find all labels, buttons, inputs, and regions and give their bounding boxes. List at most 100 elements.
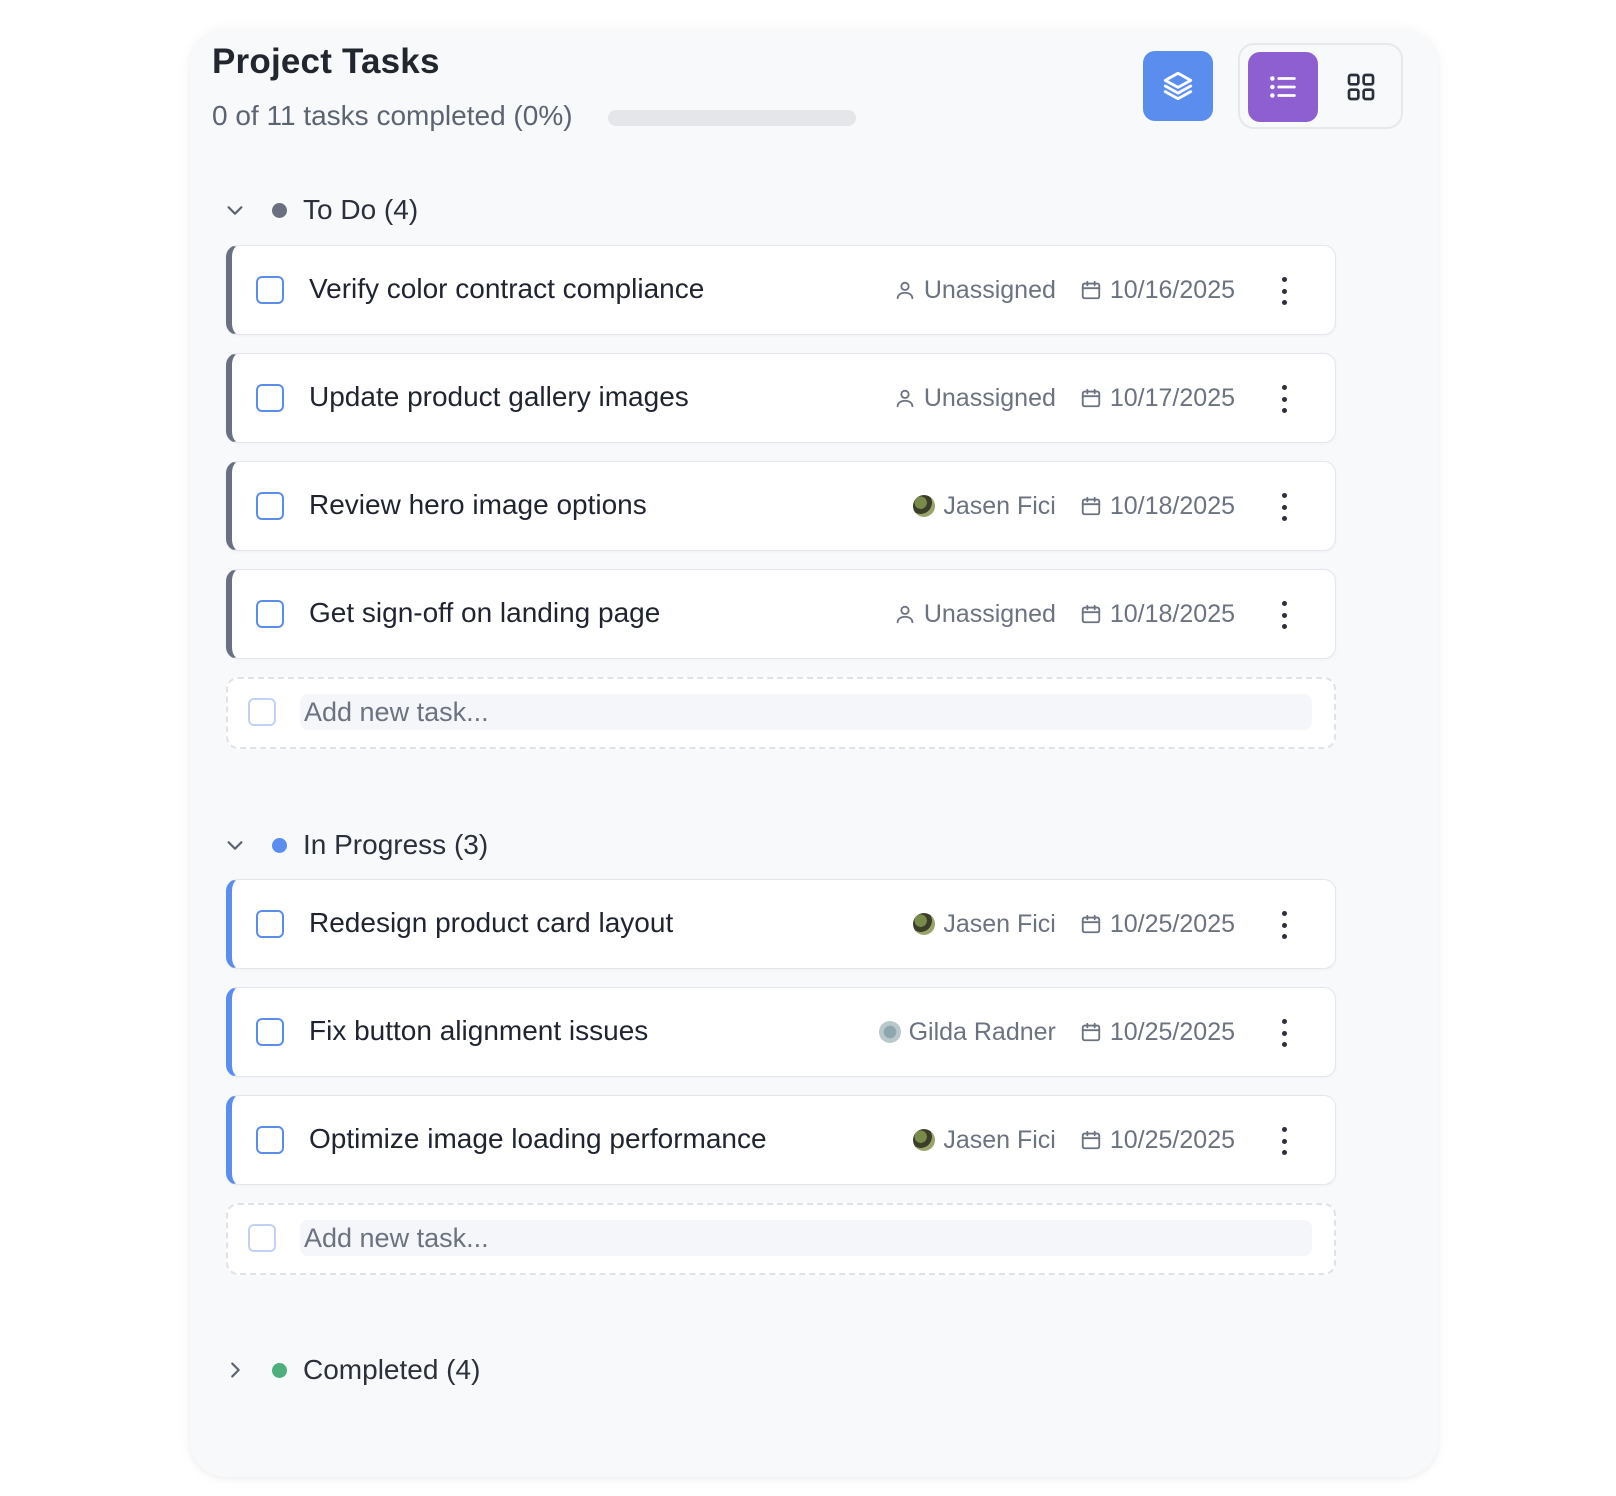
due-date: 10/16/2025	[1109, 275, 1235, 304]
avatar	[913, 495, 936, 517]
task-row[interactable]: Get sign-off on landing page Unassigned …	[226, 569, 1336, 659]
task-row[interactable]: Update product gallery images Unassigned…	[226, 353, 1336, 443]
task-assignee[interactable]: Unassigned	[894, 600, 1056, 629]
assignee-name: Unassigned	[923, 383, 1056, 412]
task-meta: Unassigned 10/18/2025	[894, 598, 1235, 630]
more-options-icon[interactable]	[1278, 911, 1290, 939]
add-task-row	[226, 1203, 1336, 1275]
task-due-date[interactable]: 10/25/2025	[1080, 1018, 1235, 1047]
task-meta: Gilda Radner 10/25/2025	[878, 1016, 1235, 1048]
task-meta: Jasen Fici 10/25/2025	[913, 1124, 1235, 1156]
due-date: 10/25/2025	[1109, 909, 1235, 938]
task-row[interactable]: Fix button alignment issues Gilda Radner…	[226, 987, 1336, 1077]
calendar-icon	[1081, 280, 1101, 300]
section-label-in-progress: In Progress (3)	[303, 829, 489, 860]
task-meta: Unassigned 10/16/2025	[894, 274, 1235, 306]
calendar-icon	[1081, 604, 1101, 624]
task-row[interactable]: Optimize image loading performance Jasen…	[226, 1095, 1336, 1185]
task-assignee[interactable]: Gilda Radner	[878, 1018, 1056, 1047]
calendar-icon	[1081, 388, 1101, 408]
view-toggle	[1238, 43, 1403, 129]
task-title: Verify color contract compliance	[309, 273, 705, 304]
task-row[interactable]: Review hero image options Jasen Fici 10/…	[226, 461, 1336, 551]
more-options-icon[interactable]	[1278, 277, 1290, 305]
add-task-checkbox	[248, 698, 276, 726]
task-title: Redesign product card layout	[309, 907, 674, 938]
user-icon	[896, 605, 914, 624]
assignee-name: Jasen Fici	[943, 491, 1056, 520]
task-checkbox[interactable]	[256, 276, 284, 304]
avatar	[878, 1021, 901, 1043]
layers-button[interactable]	[1143, 51, 1213, 121]
grid-icon	[1347, 73, 1375, 101]
task-meta: Unassigned 10/17/2025	[894, 382, 1235, 414]
task-checkbox[interactable]	[256, 1018, 284, 1046]
more-options-icon[interactable]	[1278, 1127, 1290, 1155]
layers-icon	[1163, 71, 1193, 101]
add-task-checkbox	[248, 1224, 276, 1252]
more-options-icon[interactable]	[1278, 601, 1290, 629]
status-dot-todo	[272, 202, 287, 218]
due-date: 10/18/2025	[1109, 491, 1235, 520]
task-checkbox[interactable]	[256, 492, 284, 520]
page-title: Project Tasks	[212, 42, 440, 81]
progress-bar	[608, 110, 856, 126]
calendar-icon	[1081, 1022, 1101, 1042]
task-checkbox[interactable]	[256, 600, 284, 628]
task-due-date[interactable]: 10/17/2025	[1080, 384, 1235, 413]
task-meta: Jasen Fici 10/25/2025	[913, 908, 1235, 940]
task-due-date[interactable]: 10/25/2025	[1080, 1126, 1235, 1155]
add-task-row	[226, 677, 1336, 749]
due-date: 10/17/2025	[1109, 383, 1235, 412]
more-options-icon[interactable]	[1278, 493, 1290, 521]
task-checkbox[interactable]	[256, 384, 284, 412]
assignee-name: Unassigned	[923, 599, 1056, 628]
task-checkbox[interactable]	[256, 1126, 284, 1154]
task-meta: Jasen Fici 10/18/2025	[913, 490, 1235, 522]
task-assignee[interactable]: Unassigned	[894, 276, 1056, 305]
due-date: 10/18/2025	[1109, 599, 1235, 628]
grid-view-button[interactable]	[1326, 52, 1396, 122]
task-due-date[interactable]: 10/18/2025	[1080, 600, 1235, 629]
task-title: Update product gallery images	[309, 381, 689, 412]
calendar-icon	[1081, 1130, 1101, 1150]
task-assignee[interactable]: Jasen Fici	[913, 1126, 1056, 1155]
section-header-todo[interactable]: To Do (4)	[220, 190, 418, 230]
section-label-completed: Completed (4)	[303, 1354, 481, 1385]
tasks-panel: Project Tasks 0 of 11 tasks completed (0…	[190, 30, 1438, 1477]
task-title: Optimize image loading performance	[309, 1123, 767, 1154]
task-title: Fix button alignment issues	[309, 1015, 649, 1046]
list-view-button[interactable]	[1248, 52, 1318, 122]
task-checkbox[interactable]	[256, 910, 284, 938]
more-options-icon[interactable]	[1278, 1019, 1290, 1047]
task-assignee[interactable]: Unassigned	[894, 384, 1056, 413]
task-row[interactable]: Verify color contract compliance Unassig…	[226, 245, 1336, 335]
status-dot-in-progress	[272, 837, 287, 853]
user-icon	[896, 389, 914, 408]
due-date: 10/25/2025	[1109, 1017, 1235, 1046]
task-assignee[interactable]: Jasen Fici	[913, 492, 1056, 521]
add-task-input[interactable]	[300, 1220, 1312, 1256]
task-due-date[interactable]: 10/18/2025	[1080, 492, 1235, 521]
more-options-icon[interactable]	[1278, 385, 1290, 413]
chevron-down-icon[interactable]	[220, 195, 250, 225]
chevron-down-icon[interactable]	[220, 830, 250, 860]
assignee-name: Unassigned	[923, 275, 1056, 304]
section-header-in-progress[interactable]: In Progress (3)	[220, 825, 488, 865]
section-label-todo: To Do (4)	[303, 194, 419, 225]
task-assignee[interactable]: Jasen Fici	[913, 910, 1056, 939]
task-title: Get sign-off on landing page	[309, 597, 661, 628]
calendar-icon	[1081, 914, 1101, 934]
avatar	[913, 913, 936, 935]
due-date: 10/25/2025	[1109, 1125, 1235, 1154]
task-row[interactable]: Redesign product card layout Jasen Fici …	[226, 879, 1336, 969]
user-icon	[896, 281, 914, 300]
add-task-input[interactable]	[300, 694, 1312, 730]
task-due-date[interactable]: 10/25/2025	[1080, 910, 1235, 939]
section-header-completed[interactable]: Completed (4)	[220, 1350, 480, 1390]
status-dot-completed	[272, 1362, 287, 1378]
chevron-right-icon[interactable]	[220, 1355, 250, 1385]
calendar-icon	[1081, 496, 1101, 516]
task-due-date[interactable]: 10/16/2025	[1080, 276, 1235, 305]
task-title: Review hero image options	[309, 489, 647, 520]
